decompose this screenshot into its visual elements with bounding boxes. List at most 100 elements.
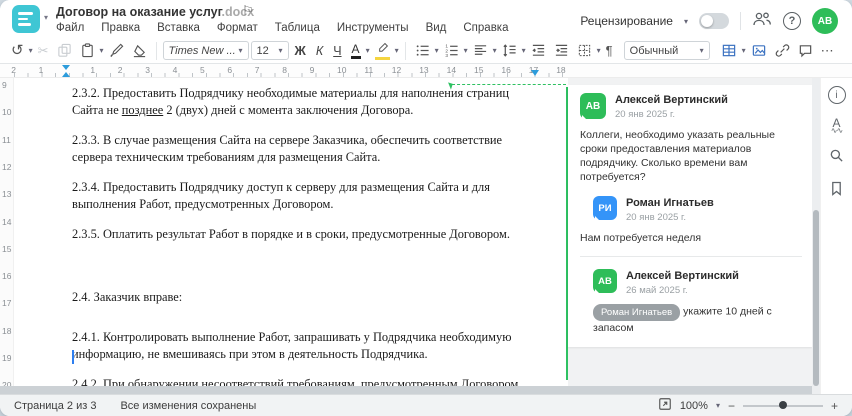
ruler-horizontal[interactable]: 1 2 1 2 3 4 5 6 7 8 9 10 11 12 13 14 15 16 17 18 <box>0 64 852 78</box>
app-logo-icon[interactable] <box>12 5 40 33</box>
increase-indent-icon[interactable] <box>551 42 572 59</box>
font-color-button[interactable]: А <box>348 42 364 59</box>
align-left-icon[interactable] <box>470 42 491 59</box>
line-spacing-caret-icon[interactable]: ▾ <box>522 46 526 55</box>
ruler-number: 13 <box>2 189 12 200</box>
undo-button[interactable]: ↺ <box>8 42 27 59</box>
editor-area: 91011121314151617181920 2.3.2. Предостав… <box>0 78 852 408</box>
numbered-list-icon[interactable]: 1 2 3 <box>441 42 462 59</box>
font-color-caret-icon[interactable]: ▾ <box>366 46 370 55</box>
vertical-scrollbar[interactable] <box>812 78 820 394</box>
bullet-list-icon[interactable] <box>412 42 433 59</box>
ruler-vertical[interactable]: 91011121314151617181920 <box>0 78 14 390</box>
search-icon[interactable] <box>829 148 844 168</box>
comment-2[interactable]: РИ Роман Игнатьев 20 янв 2025 г. <box>593 196 802 224</box>
nonprinting-chars-button[interactable]: ¶ <box>603 43 616 58</box>
copy-style-icon[interactable] <box>106 42 127 59</box>
comment-thread-card[interactable]: АВ Алексей Вертинский 20 янв 2025 г. Кол… <box>568 85 812 347</box>
menu-format[interactable]: Формат <box>217 22 258 34</box>
avatar: АВ <box>580 93 606 123</box>
mention-badge[interactable]: Роман Игнатьев <box>593 304 681 321</box>
undo-caret-icon[interactable]: ▾ <box>29 46 33 55</box>
insert-table-icon[interactable] <box>718 42 740 59</box>
clear-style-icon[interactable] <box>129 42 150 59</box>
spellcheck-icon[interactable]: А ∿∿ <box>831 117 843 135</box>
menu-file[interactable]: Файл <box>56 22 84 34</box>
zoom-out-button[interactable]: − <box>728 399 735 413</box>
collaborators-icon[interactable] <box>752 11 772 32</box>
ruler-number: 18 <box>556 65 566 75</box>
menu-insert[interactable]: Вставка <box>157 22 200 34</box>
bullet-list-caret-icon[interactable]: ▾ <box>435 46 439 55</box>
paragraph[interactable]: 2.4. Заказчик вправе: <box>72 289 540 306</box>
highlight-caret-icon[interactable]: ▾ <box>395 46 399 55</box>
paragraph[interactable]: 2.3.5. Оплатить результат Работ в порядк… <box>72 226 540 243</box>
paste-icon[interactable] <box>77 42 98 59</box>
right-indent-marker[interactable] <box>531 70 539 76</box>
menu-help[interactable]: Справка <box>463 22 508 34</box>
highlight-color-button[interactable] <box>372 42 393 60</box>
italic-button[interactable]: К <box>312 43 327 59</box>
info-icon[interactable]: i <box>827 86 846 104</box>
bold-button[interactable]: Ж <box>291 43 310 59</box>
zoom-select[interactable]: 100% <box>680 400 708 412</box>
paragraph[interactable]: 2.3.2. Предоставить Подрядчику необходим… <box>72 85 540 118</box>
first-line-indent-marker[interactable] <box>62 65 70 70</box>
user-avatar[interactable]: АВ <box>812 8 838 34</box>
header-divider <box>740 12 741 30</box>
review-toggle[interactable] <box>699 13 729 29</box>
underline-button[interactable]: Ч <box>329 43 345 59</box>
table-caret-icon[interactable]: ▾ <box>742 46 746 55</box>
copy-icon[interactable] <box>54 42 75 59</box>
menu-tools[interactable]: Инструменты <box>337 22 409 34</box>
hanging-indent-marker[interactable] <box>62 72 70 77</box>
menu-view[interactable]: Вид <box>426 22 447 34</box>
zoom-caret-icon[interactable]: ▾ <box>716 401 720 410</box>
help-icon[interactable]: ? <box>783 12 801 30</box>
ruler-number: 16 <box>2 271 12 282</box>
insert-comment-icon[interactable] <box>795 42 816 59</box>
decrease-indent-icon[interactable] <box>528 42 549 59</box>
borders-caret-icon[interactable]: ▾ <box>597 46 601 55</box>
paragraph[interactable]: 2.3.4. Предоставить Подрядчику доступ к … <box>72 179 540 212</box>
font-name-select[interactable]: Times New ... ▾ <box>162 41 249 60</box>
insert-link-icon[interactable] <box>772 42 793 59</box>
ruler-number: 19 <box>2 353 12 363</box>
paragraph[interactable]: 2.3.3. В случае размещения Сайта на серв… <box>72 132 540 165</box>
favorite-flag-icon[interactable]: ⚐ <box>242 3 254 19</box>
fit-page-icon[interactable] <box>658 397 672 414</box>
scrollbar-thumb[interactable] <box>813 210 819 386</box>
zoom-slider-handle[interactable] <box>778 401 787 409</box>
paste-caret-icon[interactable]: ▾ <box>100 46 104 55</box>
comment-author: Роман Игнатьев <box>626 197 714 209</box>
review-mode-label[interactable]: Рецензирование <box>580 14 673 28</box>
review-caret-icon[interactable]: ▾ <box>684 17 688 26</box>
paragraph-style-select[interactable]: Обычный ▾ <box>623 41 710 60</box>
horizontal-scroll-gutter[interactable] <box>0 386 820 394</box>
page-indicator[interactable]: Страница 2 из 3 <box>14 400 96 412</box>
line-spacing-icon[interactable] <box>499 42 520 59</box>
logo-caret-icon[interactable]: ▾ <box>44 13 48 22</box>
comment-1[interactable]: АВ Алексей Вертинский 20 янв 2025 г. <box>580 93 802 123</box>
menu-edit[interactable]: Правка <box>101 22 140 34</box>
comments-panel: АВ Алексей Вертинский 20 янв 2025 г. Кол… <box>568 78 812 386</box>
more-tools-button[interactable]: ⋯ <box>818 43 837 58</box>
header: ▾ Договор на оказание услуг.docx ⚐ Файл … <box>0 0 852 38</box>
cut-button[interactable]: ✂ <box>35 43 52 58</box>
menu-table[interactable]: Таблица <box>275 22 320 34</box>
insert-image-icon[interactable] <box>748 42 770 59</box>
comment-date: 26 май 2025 г. <box>626 285 688 296</box>
bookmark-icon[interactable] <box>830 181 843 201</box>
comment-divider <box>580 256 802 257</box>
comment-3[interactable]: АВ Алексей Вертинский 26 май 2025 г. Ром… <box>593 269 802 335</box>
tracked-insertion[interactable]: позднее <box>122 103 163 117</box>
paragraph[interactable]: 2.4.1. Контролировать выполнение Работ, … <box>72 329 540 362</box>
document-page[interactable]: 2.3.2. Предоставить Подрядчику необходим… <box>72 85 540 416</box>
align-caret-icon[interactable]: ▾ <box>493 46 497 55</box>
font-size-select[interactable]: 12 ▾ <box>250 41 289 60</box>
zoom-slider[interactable] <box>742 401 823 409</box>
numbered-list-caret-icon[interactable]: ▾ <box>464 46 468 55</box>
comment-date: 20 янв 2025 г. <box>615 109 676 120</box>
paragraph-borders-icon[interactable] <box>574 42 595 59</box>
zoom-in-button[interactable]: + <box>831 399 838 413</box>
